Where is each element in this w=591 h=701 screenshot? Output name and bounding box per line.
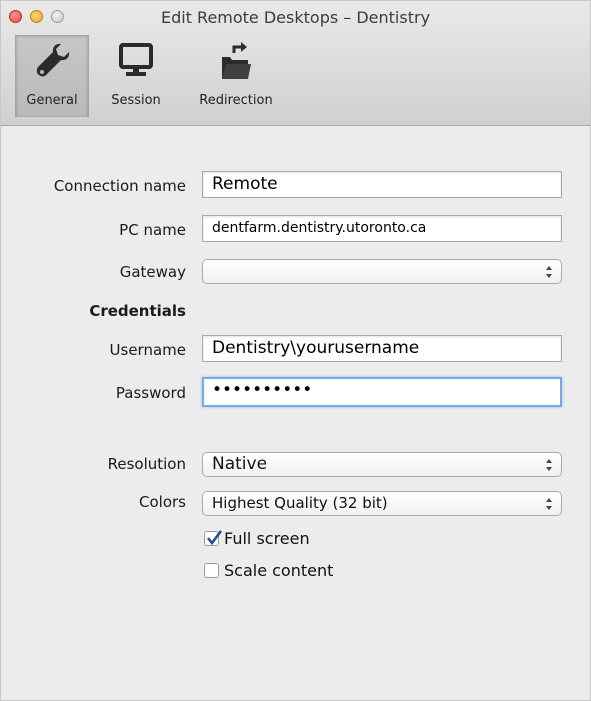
resolution-value: Native	[212, 454, 268, 474]
updown-arrows-icon	[546, 266, 552, 278]
toolbar-tab-session[interactable]: Session	[105, 35, 167, 117]
resolution-select[interactable]: Native	[202, 452, 562, 477]
wrench-icon	[36, 43, 70, 77]
resolution-label: Resolution	[107, 455, 186, 473]
colors-label: Colors	[139, 493, 186, 511]
general-settings-panel: Connection name Remote PC name dentfarm.…	[1, 126, 590, 700]
password-field[interactable]: ••••••••••	[202, 377, 562, 407]
toolbar-tab-label: Redirection	[199, 93, 273, 108]
full-screen-label: Full screen	[224, 529, 310, 548]
toolbar-tab-label: General	[26, 93, 78, 108]
full-screen-checkbox[interactable]: Full screen	[204, 529, 310, 548]
gateway-label: Gateway	[119, 263, 186, 281]
password-label: Password	[115, 384, 186, 402]
edit-remote-desktop-window: Edit Remote Desktops – Dentistry General…	[0, 0, 591, 701]
toolbar-tab-label: Session	[111, 93, 161, 108]
checkbox-box[interactable]	[204, 563, 219, 578]
gateway-select[interactable]	[202, 259, 562, 284]
username-label: Username	[109, 341, 186, 359]
connection-name-label: Connection name	[53, 177, 186, 195]
folder-redirect-icon	[222, 42, 251, 79]
connection-name-field[interactable]: Remote	[202, 171, 562, 198]
window-titlebar: Edit Remote Desktops – Dentistry General…	[1, 1, 590, 126]
checkmark-icon	[206, 530, 223, 546]
monitor-icon	[119, 43, 153, 76]
pc-name-field[interactable]: dentfarm.dentistry.utoronto.ca	[202, 215, 562, 242]
username-field[interactable]: Dentistry\yourusername	[202, 335, 562, 362]
scale-content-checkbox[interactable]: Scale content	[204, 561, 333, 580]
colors-value: Highest Quality (32 bit)	[212, 494, 388, 512]
updown-arrows-icon	[546, 459, 552, 471]
window-title: Edit Remote Desktops – Dentistry	[160, 8, 431, 27]
toolbar-tab-redirection[interactable]: Redirection	[191, 35, 281, 117]
updown-arrows-icon	[546, 498, 552, 510]
pc-name-label: PC name	[119, 221, 186, 239]
colors-select[interactable]: Highest Quality (32 bit)	[202, 491, 562, 516]
credentials-heading: Credentials	[89, 302, 186, 320]
toolbar-tab-general[interactable]: General	[15, 35, 89, 117]
checkbox-box[interactable]	[204, 530, 223, 546]
scale-content-label: Scale content	[224, 561, 334, 580]
